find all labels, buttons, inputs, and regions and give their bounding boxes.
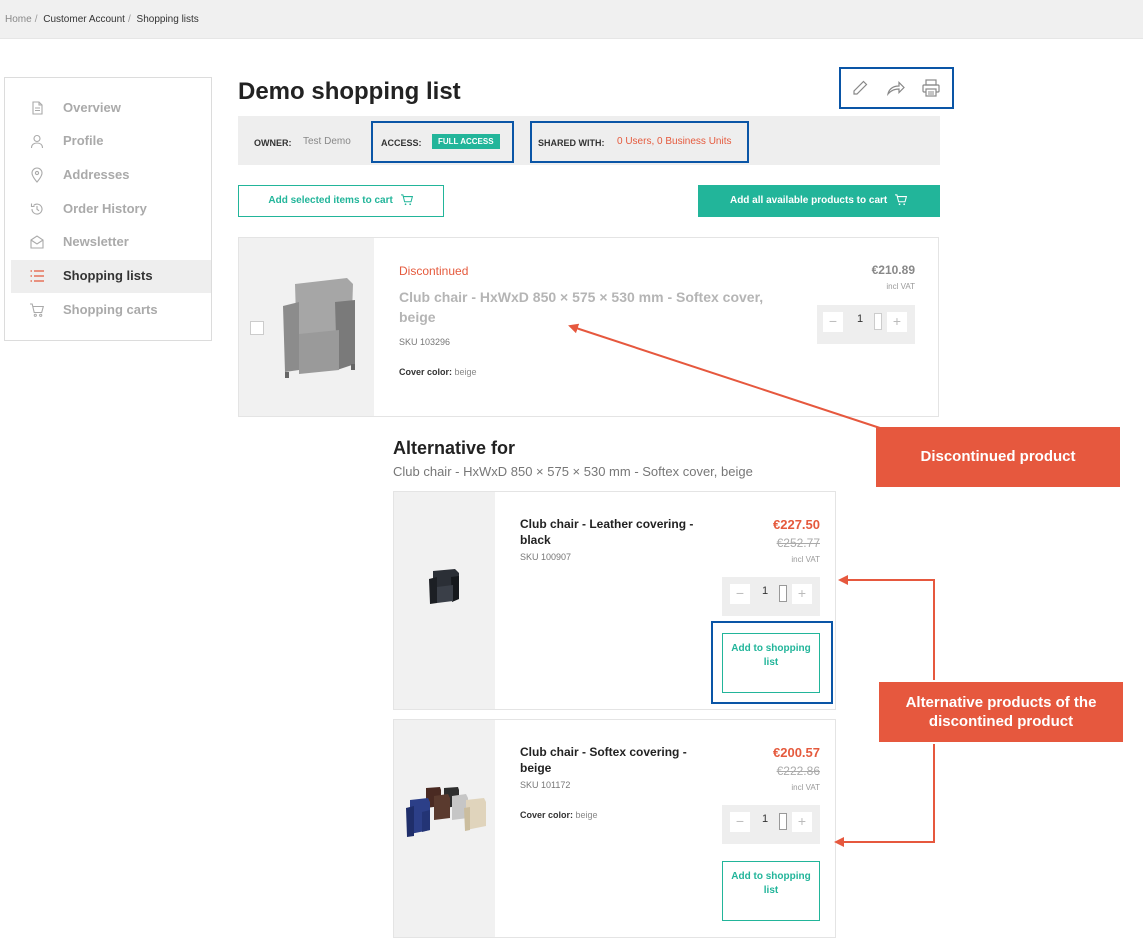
discontinued-product-callout: Discontinued product: [876, 427, 1120, 487]
decrease-quantity-button[interactable]: −: [730, 584, 750, 604]
access-label: ACCESS:: [381, 138, 422, 148]
vat-note: incl VAT: [886, 282, 915, 291]
vat-note: incl VAT: [791, 555, 820, 564]
alternatives-subtitle: Club chair - HxWxD 850 × 575 × 530 mm - …: [393, 464, 753, 479]
quantity-spinner[interactable]: [779, 585, 787, 602]
cover-color-attribute: Cover color: beige: [520, 810, 598, 820]
sidebar-item-newsletter[interactable]: Newsletter: [11, 226, 211, 259]
envelope-icon: [30, 235, 44, 249]
increase-quantity-button[interactable]: +: [792, 812, 812, 832]
breadcrumb-shopping-lists[interactable]: Shopping lists: [137, 14, 199, 25]
sidebar-item-label: Order History: [63, 201, 147, 216]
pencil-icon[interactable]: [851, 79, 869, 97]
product-name[interactable]: Club chair - Softex covering - beige: [520, 744, 710, 776]
document-icon: [32, 101, 43, 115]
product-name[interactable]: Club chair - Leather covering - black: [520, 516, 710, 548]
list-icon: [30, 270, 44, 282]
add-selected-to-cart-button[interactable]: Add selected items to cart: [238, 185, 444, 217]
sidebar-item-shopping-lists[interactable]: Shopping lists: [11, 260, 211, 293]
sidebar-item-overview[interactable]: Overview: [11, 92, 211, 125]
sidebar-item-order-history[interactable]: Order History: [11, 193, 211, 226]
user-icon: [30, 134, 44, 149]
printer-icon[interactable]: [921, 78, 941, 98]
sidebar-item-profile[interactable]: Profile: [11, 125, 211, 158]
decrease-quantity-button[interactable]: −: [730, 812, 750, 832]
club-chairs-multicolor-image: [406, 787, 486, 837]
history-icon: [30, 203, 43, 215]
quantity-spinner[interactable]: [874, 313, 882, 330]
sale-price: €227.50: [773, 517, 820, 532]
owner-label: OWNER:: [254, 138, 292, 148]
share-icon[interactable]: [886, 79, 906, 97]
add-all-to-cart-button[interactable]: Add all available products to cart: [698, 185, 940, 217]
quantity-stepper: − 1 +: [722, 805, 820, 844]
sidebar-item-addresses[interactable]: Addresses: [11, 159, 211, 192]
sidebar-item-label: Overview: [63, 100, 121, 115]
club-chair-black-image: [429, 569, 459, 604]
account-sidebar: Overview Profile Addresses Order History…: [4, 77, 212, 341]
sidebar-item-label: Shopping carts: [63, 302, 158, 317]
alternative-products-callout: Alternative products of the discontined …: [879, 682, 1123, 742]
product-name[interactable]: Club chair - HxWxD 850 × 575 × 530 mm - …: [399, 287, 779, 327]
discontinued-label: Discontinued: [399, 264, 469, 278]
club-chair-grey-image: [283, 278, 355, 378]
breadcrumb-customer-account[interactable]: Customer Account: [43, 14, 125, 25]
breadcrumb-home[interactable]: Home: [5, 14, 32, 25]
list-actions: [839, 67, 954, 109]
sidebar-item-label: Profile: [63, 133, 104, 148]
sidebar-item-shopping-carts[interactable]: Shopping carts: [11, 294, 211, 327]
add-button-highlight: [711, 621, 833, 704]
quantity-value[interactable]: 1: [857, 313, 863, 325]
quantity-value[interactable]: 1: [762, 585, 768, 597]
decrease-quantity-button[interactable]: −: [823, 312, 843, 332]
quantity-stepper: − 1 +: [817, 305, 915, 344]
sale-price: €200.57: [773, 745, 820, 760]
cover-color-attribute: Cover color: beige: [399, 367, 477, 377]
cart-icon: [895, 194, 908, 206]
alternatives-title: Alternative for: [393, 438, 516, 458]
product-sku: SKU 101172: [520, 780, 571, 790]
cart-icon: [30, 303, 45, 317]
shared-with-label: SHARED WITH:: [538, 138, 605, 148]
increase-quantity-button[interactable]: +: [792, 584, 812, 604]
owner-value: Test Demo: [303, 136, 351, 147]
shared-users-link[interactable]: 0 Users: [617, 136, 651, 147]
original-price: €252.77: [776, 536, 820, 550]
breadcrumb: Home / Customer Account / Shopping lists: [5, 14, 199, 25]
cart-icon: [400, 194, 413, 206]
product-sku: SKU 100907: [520, 552, 572, 562]
select-item-checkbox[interactable]: [250, 321, 264, 335]
discontinued-product-card: Discontinued Club chair - HxWxD 850 × 57…: [238, 237, 939, 417]
shared-units-link[interactable]: 0 Business Units: [657, 136, 731, 147]
add-to-shopping-list-button[interactable]: Add to shopping list: [722, 861, 820, 921]
map-pin-icon: [31, 167, 43, 183]
quantity-spinner[interactable]: [779, 813, 787, 830]
vat-note: incl VAT: [791, 783, 820, 792]
sidebar-item-label: Addresses: [63, 167, 130, 182]
product-price: €210.89: [871, 263, 915, 277]
quantity-stepper: − 1 +: [722, 577, 820, 616]
quantity-value[interactable]: 1: [762, 813, 768, 825]
sidebar-item-label: Shopping lists: [63, 268, 153, 283]
original-price: €222.86: [776, 764, 820, 778]
alternative-product-card: Club chair - Softex covering - beige SKU…: [393, 719, 836, 938]
product-sku: SKU 103296: [399, 337, 451, 347]
increase-quantity-button[interactable]: +: [887, 312, 907, 332]
page-title: Demo shopping list: [238, 78, 461, 105]
access-badge: FULL ACCESS: [432, 134, 500, 149]
shared-with-value: 0 Users, 0 Business Units: [617, 136, 732, 147]
sidebar-item-label: Newsletter: [63, 234, 129, 249]
